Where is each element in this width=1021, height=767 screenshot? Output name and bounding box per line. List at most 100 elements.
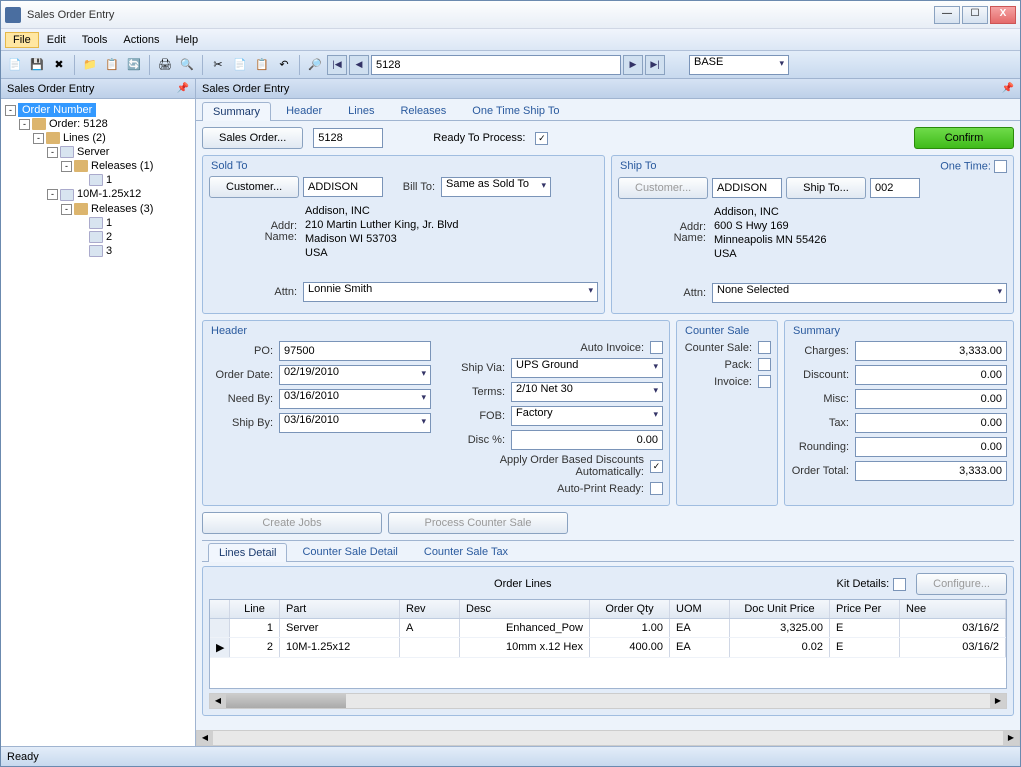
table-row[interactable]: ▶ 2 10M-1.25x12 10mm x.12 Hex 400.00 EA … <box>210 638 1006 658</box>
shipto-id-input[interactable] <box>870 178 920 198</box>
countersale-title: Counter Sale <box>685 325 771 337</box>
summary-title: Summary <box>793 325 1007 337</box>
nav-first-button[interactable]: |◀ <box>327 55 347 75</box>
create-jobs-button: Create Jobs <box>202 512 382 534</box>
ready-to-process-checkbox[interactable]: ✓ <box>535 132 548 145</box>
shipvia-select[interactable]: UPS Ground <box>511 358 663 378</box>
panel-scrollbar[interactable]: ◀ ▶ <box>196 730 1020 746</box>
undo-icon[interactable]: ↶ <box>274 55 294 75</box>
tree-release-1[interactable]: 1 <box>5 173 191 187</box>
autoinvoice-checkbox[interactable] <box>650 341 663 354</box>
preview-icon[interactable]: 🔍 <box>177 55 197 75</box>
note-icon[interactable]: 📋 <box>102 55 122 75</box>
grid-scrollbar[interactable]: ◀ ▶ <box>209 693 1007 709</box>
soldto-customer-button[interactable]: Customer... <box>209 176 299 198</box>
order-tree[interactable]: -Order Number -Order: 5128 -Lines (2) -S… <box>1 99 195 746</box>
disc-input[interactable] <box>511 430 663 450</box>
order-number-input[interactable] <box>371 55 621 75</box>
billto-select[interactable]: Same as Sold To <box>441 177 551 197</box>
soldto-customer-input[interactable] <box>303 177 383 197</box>
cut-icon[interactable]: ✂ <box>208 55 228 75</box>
menu-tools[interactable]: Tools <box>74 32 116 48</box>
maximize-button[interactable]: ☐ <box>962 6 988 24</box>
close-button[interactable]: X <box>990 6 1016 24</box>
orderlines-grid[interactable]: Line Part Rev Desc Order Qty UOM Doc Uni… <box>209 599 1007 689</box>
sold-to-title: Sold To <box>211 160 598 172</box>
orderdate-input[interactable]: 02/19/2010 <box>279 365 431 385</box>
table-row[interactable]: 1 Server A Enhanced_Pow 1.00 EA 3,325.00… <box>210 619 1006 638</box>
warehouse-select[interactable]: BASE <box>689 55 789 75</box>
invoice-checkbox[interactable] <box>758 375 771 388</box>
shipto-button[interactable]: Ship To... <box>786 177 866 199</box>
tree-lines[interactable]: -Lines (2) <box>5 131 191 145</box>
app-icon <box>5 7 21 23</box>
soldto-attn-label: Attn: <box>209 286 303 298</box>
nav-prev-button[interactable]: ◀ <box>349 55 369 75</box>
shipto-attn-select[interactable]: None Selected <box>712 283 1007 303</box>
sales-order-input[interactable] <box>313 128 383 148</box>
onetime-checkbox[interactable] <box>994 160 1007 173</box>
minimize-button[interactable]: — <box>934 6 960 24</box>
onetime-label: One Time: <box>940 160 991 172</box>
ship-to-title: Ship To One Time: <box>620 160 1007 173</box>
tree-server-releases[interactable]: -Releases (1) <box>5 159 191 173</box>
nav-next-button[interactable]: ▶ <box>623 55 643 75</box>
tree-part2-releases[interactable]: -Releases (3) <box>5 202 191 216</box>
fob-select[interactable]: Factory <box>511 406 663 426</box>
new-icon[interactable]: 📄 <box>5 55 25 75</box>
menu-help[interactable]: Help <box>167 32 206 48</box>
shipto-address: Addison, INC 600 S Hwy 169 Minneapolis M… <box>712 203 1007 273</box>
copy-icon[interactable]: 📄 <box>230 55 250 75</box>
confirm-button[interactable]: Confirm <box>914 127 1014 149</box>
tab-cs-tax[interactable]: Counter Sale Tax <box>413 542 519 561</box>
pin-icon[interactable]: 📌 <box>177 83 189 94</box>
tab-releases[interactable]: Releases <box>389 101 457 120</box>
pack-checkbox[interactable] <box>758 358 771 371</box>
menu-edit[interactable]: Edit <box>39 32 74 48</box>
tree-order[interactable]: -Order: 5128 <box>5 117 191 131</box>
shipto-customer-input[interactable] <box>712 178 782 198</box>
tree-part2[interactable]: -10M-1.25x12 <box>5 187 191 201</box>
tab-lines[interactable]: Lines <box>337 101 385 120</box>
main-tabs: Summary Header Lines Releases One Time S… <box>196 99 1020 121</box>
cs-checkbox[interactable] <box>758 341 771 354</box>
shipto-customer-button: Customer... <box>618 177 708 199</box>
right-panel-header: Sales Order Entry 📌 <box>196 79 1020 99</box>
tab-onetime-shipto[interactable]: One Time Ship To <box>461 101 570 120</box>
delete-icon[interactable]: ✖ <box>49 55 69 75</box>
nav-last-button[interactable]: ▶| <box>645 55 665 75</box>
shipto-attn-label: Attn: <box>618 287 712 299</box>
po-input[interactable] <box>279 341 431 361</box>
tab-lines-detail[interactable]: Lines Detail <box>208 543 287 562</box>
tree-server[interactable]: -Server <box>5 145 191 159</box>
pin-icon[interactable]: 📌 <box>1002 83 1014 94</box>
orderlines-title: Order Lines <box>209 578 837 590</box>
tab-header[interactable]: Header <box>275 101 333 120</box>
menu-file[interactable]: File <box>5 32 39 48</box>
paste-icon[interactable]: 📋 <box>252 55 272 75</box>
tree-release-2b[interactable]: 2 <box>5 230 191 244</box>
tree-release-2c[interactable]: 3 <box>5 244 191 258</box>
soldto-attn-select[interactable]: Lonnie Smith <box>303 282 598 302</box>
terms-select[interactable]: 2/10 Net 30 <box>511 382 663 402</box>
save-icon[interactable]: 💾 <box>27 55 47 75</box>
shipby-input[interactable]: 03/16/2010 <box>279 413 431 433</box>
status-bar: Ready <box>1 746 1020 766</box>
kit-checkbox[interactable] <box>893 578 906 591</box>
kit-label: Kit Details: <box>837 578 890 590</box>
sales-order-button[interactable]: Sales Order... <box>202 127 303 149</box>
tab-summary[interactable]: Summary <box>202 102 271 121</box>
folder-icon[interactable]: 📁 <box>80 55 100 75</box>
status-text: Ready <box>7 751 39 763</box>
configure-button: Configure... <box>916 573 1007 595</box>
tree-root[interactable]: -Order Number <box>5 103 191 117</box>
applydisc-checkbox[interactable]: ✓ <box>650 460 663 473</box>
search-icon[interactable]: 🔎 <box>305 55 325 75</box>
autoprint-checkbox[interactable] <box>650 482 663 495</box>
tab-cs-detail[interactable]: Counter Sale Detail <box>291 542 408 561</box>
print-icon[interactable]: 🖨 <box>155 55 175 75</box>
menu-actions[interactable]: Actions <box>115 32 167 48</box>
needby-input[interactable]: 03/16/2010 <box>279 389 431 409</box>
tree-release-2a[interactable]: 1 <box>5 216 191 230</box>
refresh-icon[interactable]: 🔄 <box>124 55 144 75</box>
